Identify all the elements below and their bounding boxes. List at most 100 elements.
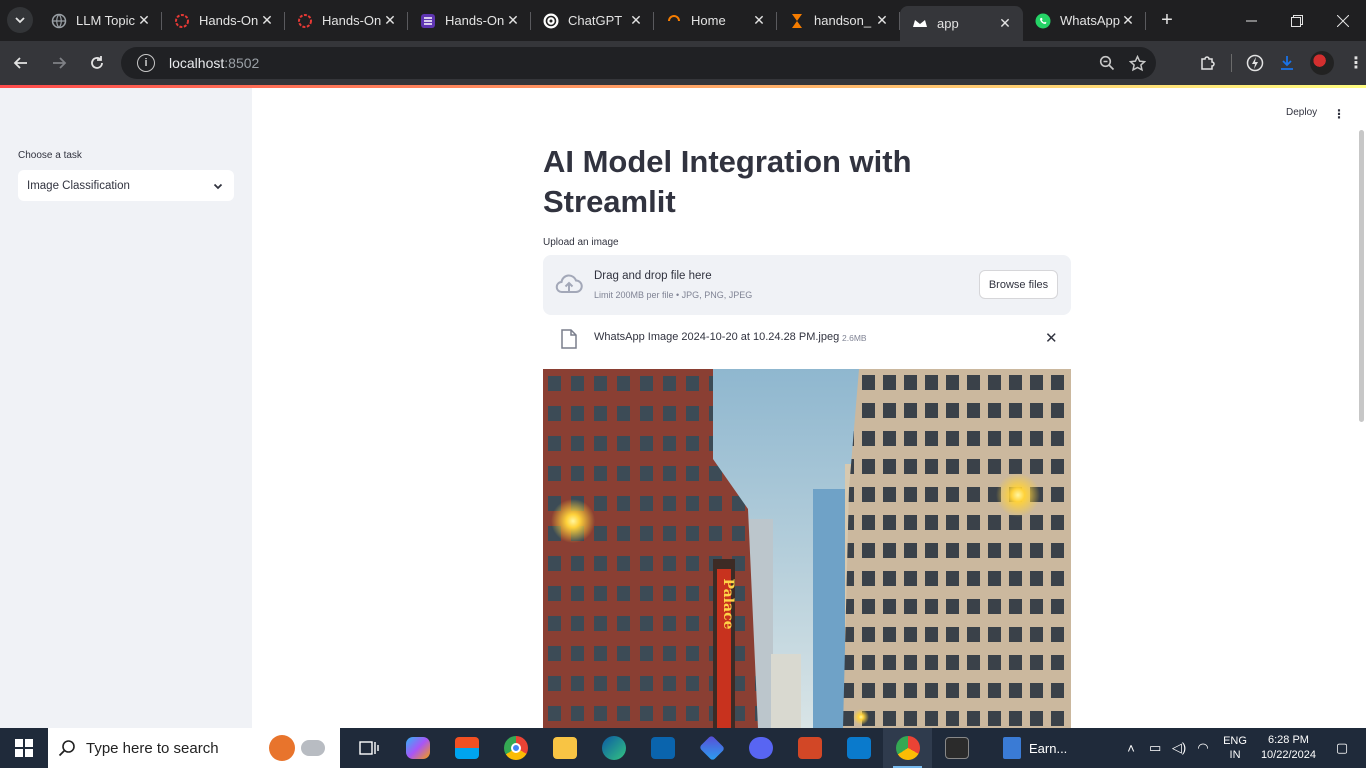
chrome-profile-icon bbox=[895, 736, 920, 760]
volume-icon[interactable]: ◁) bbox=[1167, 740, 1191, 756]
main-menu-icon[interactable]: ⋮ bbox=[1333, 107, 1345, 121]
close-window-button[interactable] bbox=[1320, 0, 1366, 41]
reload-button[interactable] bbox=[80, 46, 114, 80]
tab-app[interactable]: app ✕ bbox=[900, 6, 1023, 41]
tab-hands-on-2[interactable]: Hands-On ✕ bbox=[285, 0, 408, 41]
discord-button[interactable] bbox=[736, 728, 785, 768]
bookmark-star-icon[interactable] bbox=[1129, 54, 1146, 72]
task-view-button[interactable] bbox=[344, 728, 393, 768]
clock-date: 10/22/2024 bbox=[1260, 749, 1316, 761]
edge-button[interactable] bbox=[589, 728, 638, 768]
vscode-icon bbox=[846, 737, 871, 759]
copilot-button[interactable] bbox=[393, 728, 442, 768]
url-host: localhost bbox=[169, 55, 225, 71]
circle-dotted-icon bbox=[174, 13, 190, 29]
clipchamp-icon bbox=[698, 734, 725, 762]
reload-icon bbox=[91, 56, 103, 69]
tab-hands-on-1[interactable]: Hands-On ✕ bbox=[162, 0, 285, 41]
tab-hands-on-3[interactable]: Hands-On ✕ bbox=[408, 0, 531, 41]
chrome-menu-icon[interactable]: ⋮ bbox=[1348, 53, 1364, 73]
tab-home[interactable]: Home ✕ bbox=[654, 0, 777, 41]
toolbar-divider bbox=[1231, 54, 1232, 72]
powerpoint-button[interactable] bbox=[785, 728, 834, 768]
extensions-puzzle-icon[interactable] bbox=[1199, 54, 1217, 72]
tab-llm-topic[interactable]: LLM Topic ✕ bbox=[39, 0, 162, 41]
store-button[interactable] bbox=[442, 728, 491, 768]
taskbar-search[interactable]: Type here to search bbox=[48, 728, 340, 768]
tab-title: ChatGPT bbox=[568, 13, 623, 28]
list-app-icon bbox=[420, 13, 436, 29]
tab-close-icon[interactable]: ✕ bbox=[628, 12, 644, 29]
system-tray: ˄ ▭ ◁) ◠ ENG IN 6:28 PM 10/22/2024 ▢ bbox=[1119, 728, 1366, 768]
outlook-button[interactable] bbox=[638, 728, 687, 768]
address-bar[interactable]: i localhost:8502 bbox=[121, 47, 1156, 79]
notification-icon[interactable]: ▢ bbox=[1330, 740, 1354, 756]
restore-icon bbox=[1291, 14, 1303, 27]
tab-handson[interactable]: handson_ ✕ bbox=[777, 0, 900, 41]
tab-close-icon[interactable]: ✕ bbox=[136, 12, 152, 29]
tab-close-icon[interactable]: ✕ bbox=[997, 15, 1013, 32]
chrome-active-button[interactable] bbox=[883, 728, 932, 768]
file-dropzone[interactable]: Drag and drop file here Limit 200MB per … bbox=[543, 255, 1071, 315]
performance-icon[interactable] bbox=[1246, 54, 1264, 72]
file-explorer-button[interactable] bbox=[540, 728, 589, 768]
tab-title: handson_ bbox=[814, 13, 872, 28]
chrome-button[interactable] bbox=[491, 728, 540, 768]
zoom-icon[interactable] bbox=[1099, 55, 1115, 71]
tab-close-icon[interactable]: ✕ bbox=[751, 12, 767, 29]
palace-sign-text: Palace bbox=[720, 578, 736, 629]
windows-logo-icon bbox=[15, 739, 33, 757]
tab-close-icon[interactable]: ✕ bbox=[382, 12, 398, 29]
terminal-button[interactable] bbox=[932, 728, 981, 768]
globe-icon bbox=[51, 13, 67, 29]
whistle-icon bbox=[300, 740, 325, 756]
earn-widget[interactable]: Earn... bbox=[1003, 737, 1067, 759]
tab-close-icon[interactable]: ✕ bbox=[259, 12, 275, 29]
profile-avatar[interactable] bbox=[1310, 51, 1334, 75]
forward-button[interactable] bbox=[42, 46, 76, 80]
tab-whatsapp[interactable]: WhatsApp ✕ bbox=[1023, 0, 1146, 41]
clipchamp-button[interactable] bbox=[687, 728, 736, 768]
circle-dotted-icon bbox=[297, 13, 313, 29]
tab-close-icon[interactable]: ✕ bbox=[505, 12, 521, 29]
restore-button[interactable] bbox=[1274, 0, 1320, 41]
tab-close-icon[interactable]: ✕ bbox=[874, 12, 890, 29]
chevron-up-icon[interactable]: ˄ bbox=[1119, 741, 1143, 756]
tab-title: Hands-On bbox=[445, 13, 505, 28]
folder-icon bbox=[552, 737, 577, 759]
vscode-button[interactable] bbox=[834, 728, 883, 768]
task-select[interactable]: Image Classification bbox=[18, 170, 234, 201]
deploy-button[interactable]: Deploy bbox=[1286, 107, 1317, 118]
tab-separator bbox=[1145, 12, 1146, 30]
streamlit-crown-icon bbox=[912, 16, 928, 32]
wifi-icon[interactable]: ◠ bbox=[1191, 740, 1215, 756]
tab-search-button[interactable] bbox=[7, 7, 33, 33]
site-info-icon[interactable]: i bbox=[137, 54, 155, 72]
new-tab-button[interactable]: + bbox=[1152, 5, 1182, 35]
download-icon[interactable] bbox=[1278, 54, 1296, 72]
remove-file-icon[interactable]: ✕ bbox=[1045, 329, 1058, 347]
battery-icon[interactable]: ▭ bbox=[1143, 740, 1167, 756]
uploaded-file-size: 2.6MB bbox=[842, 333, 867, 343]
hourglass-icon bbox=[789, 13, 805, 29]
copilot-icon bbox=[405, 737, 430, 759]
minimize-button[interactable] bbox=[1228, 0, 1274, 41]
search-icon bbox=[58, 740, 75, 757]
chevron-down-icon bbox=[15, 17, 25, 24]
tab-chatgpt[interactable]: ChatGPT ✕ bbox=[531, 0, 654, 41]
cloud-upload-icon bbox=[555, 274, 583, 293]
file-icon bbox=[561, 329, 577, 349]
browse-files-button[interactable]: Browse files bbox=[979, 270, 1058, 299]
start-button[interactable] bbox=[0, 728, 48, 768]
openai-icon bbox=[543, 13, 559, 29]
chevron-down-icon bbox=[213, 183, 223, 189]
taskbar-search-placeholder: Type here to search bbox=[86, 739, 219, 757]
tab-close-icon[interactable]: ✕ bbox=[1120, 12, 1136, 29]
language-indicator[interactable]: ENG IN bbox=[1223, 734, 1247, 762]
language-region: IN bbox=[1229, 749, 1241, 761]
edge-icon bbox=[601, 736, 626, 760]
page-scrollbar[interactable] bbox=[1359, 130, 1364, 422]
windows-taskbar: Type here to search Earn... ˄ ▭ ◁) ◠ ENG… bbox=[0, 728, 1366, 768]
back-button[interactable] bbox=[4, 46, 38, 80]
clock[interactable]: 6:28 PM 10/22/2024 bbox=[1261, 733, 1316, 763]
